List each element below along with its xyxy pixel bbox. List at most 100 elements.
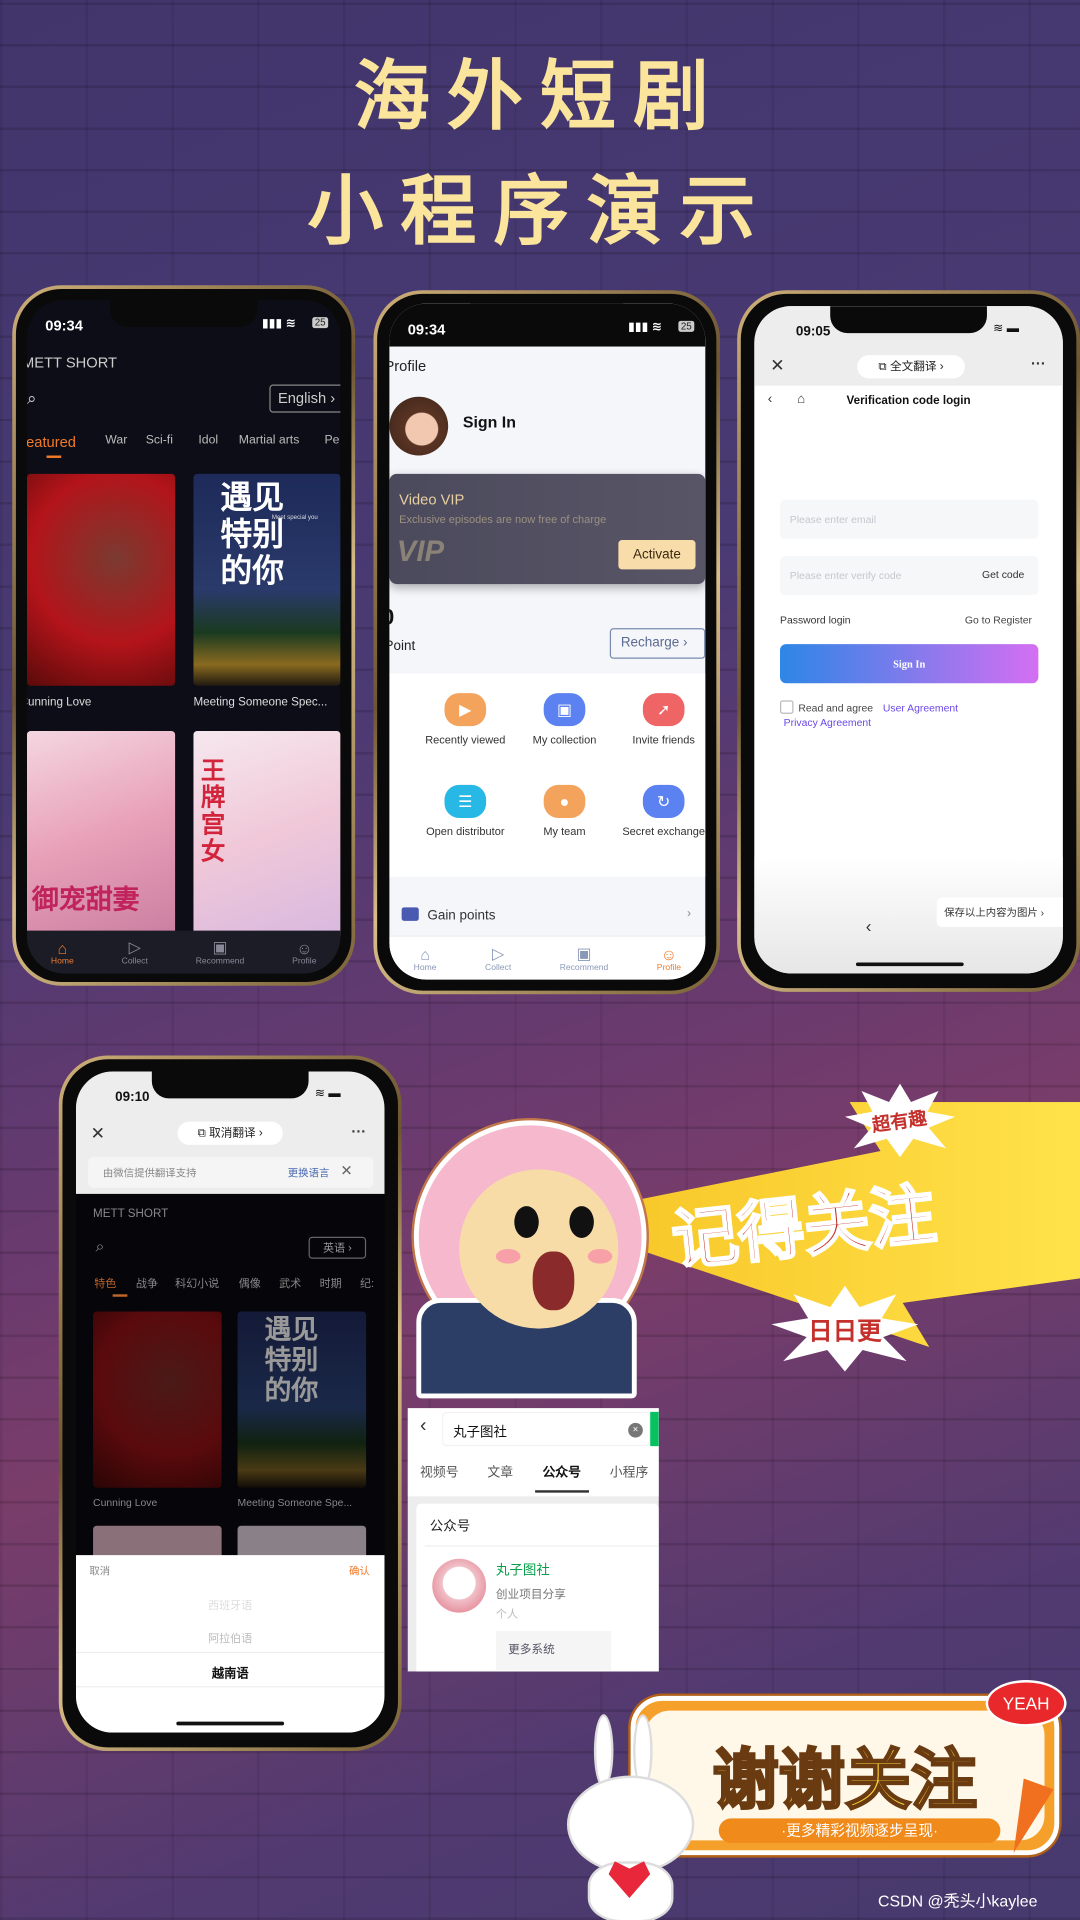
drama-title[interactable]: Cunning Love bbox=[93, 1496, 157, 1508]
status-wifi-battery-icon: ≋ ▬ bbox=[314, 1087, 341, 1101]
picker-cancel-button[interactable]: 取消 bbox=[89, 1564, 110, 1579]
translation-note: 由微信提供翻译支持 bbox=[102, 1166, 197, 1180]
cancel-translate-pill[interactable]: ⧉ 取消翻译 › bbox=[177, 1121, 283, 1145]
nav-collect[interactable]: ▷ Collect bbox=[122, 938, 148, 966]
grid-item[interactable]: ☰ Open distributor bbox=[410, 784, 520, 838]
account-name[interactable]: 丸子图社 bbox=[496, 1560, 550, 1580]
drama-title[interactable]: Meeting Someone Spe... bbox=[238, 1496, 353, 1508]
grid-item[interactable]: ● My team bbox=[509, 784, 619, 838]
avatar[interactable] bbox=[389, 396, 449, 456]
more-button[interactable]: 更多系统 bbox=[495, 1631, 612, 1671]
search-tab[interactable]: 文章 bbox=[487, 1463, 513, 1481]
drama-poster[interactable]: 遇见特别的你 bbox=[237, 1311, 367, 1488]
video-icon: ▣ bbox=[576, 944, 592, 963]
chevron-right-icon: › bbox=[686, 907, 692, 921]
grid-item[interactable]: ▶ Recently viewed bbox=[410, 693, 520, 746]
recharge-button[interactable]: Recharge › bbox=[609, 628, 706, 659]
wechat-search-card: ‹ 丸子图社 × 视频号 文章 公众号 小程序 公众号 丸子图社 创业项目分享 个人 … bbox=[407, 1408, 659, 1672]
status-wifi-battery-icon: ≋ ▬ bbox=[993, 322, 1019, 336]
account-avatar[interactable] bbox=[432, 1558, 487, 1613]
tab-war[interactable]: War bbox=[105, 433, 127, 446]
password-login-link[interactable]: Password login bbox=[780, 613, 851, 625]
picker-confirm-button[interactable]: 确认 bbox=[349, 1564, 370, 1579]
category-tab[interactable]: 武术 bbox=[279, 1275, 301, 1291]
save-as-image-popup[interactable]: 保存以上内容为图片 › bbox=[936, 897, 1063, 927]
grid-item[interactable]: ↻ Secret exchange bbox=[609, 784, 706, 838]
grid-item[interactable]: ➚ Invite friends bbox=[609, 693, 706, 746]
search-tab[interactable]: 小程序 bbox=[610, 1463, 649, 1481]
drama-poster[interactable]: 王牌宫女 bbox=[193, 731, 341, 940]
person-icon: ● bbox=[543, 784, 586, 818]
tab-martial-arts[interactable]: Martial arts bbox=[239, 433, 300, 446]
category-tab[interactable]: 时期 bbox=[320, 1275, 342, 1291]
battery-icon: 25 bbox=[678, 320, 695, 332]
picker-option[interactable]: 西班牙语 bbox=[76, 1597, 385, 1613]
page-title: Profile bbox=[389, 357, 427, 375]
tab-scifi[interactable]: Sci-fi bbox=[146, 433, 173, 446]
category-tab[interactable]: 纪: bbox=[360, 1275, 374, 1291]
language-button[interactable]: English › bbox=[269, 384, 341, 413]
grid-item-label: Recently viewed bbox=[425, 733, 506, 746]
search-icon[interactable]: ⌕ bbox=[27, 388, 37, 409]
tab-featured[interactable]: Featured bbox=[27, 433, 76, 450]
points-value: 0 bbox=[389, 605, 394, 631]
nav-home[interactable]: ⌂ Home bbox=[414, 945, 437, 972]
sign-in-link[interactable]: Sign In bbox=[463, 413, 516, 431]
grid-item[interactable]: ▣ My collection bbox=[509, 693, 619, 746]
back-icon[interactable]: ‹ bbox=[420, 1416, 427, 1438]
profile-icon: ☺ bbox=[296, 938, 313, 957]
clear-icon[interactable]: × bbox=[628, 1422, 643, 1438]
more-icon[interactable]: ··· bbox=[351, 1123, 366, 1140]
tab-idol[interactable]: Idol bbox=[198, 433, 218, 446]
sign-in-button[interactable]: Sign In bbox=[780, 644, 1039, 684]
picker-option[interactable]: 阿拉伯语 bbox=[76, 1630, 385, 1646]
language-button[interactable]: 英语 › bbox=[308, 1236, 367, 1259]
nav-profile[interactable]: ☺ Profile bbox=[657, 945, 681, 972]
close-icon[interactable]: ✕ bbox=[770, 355, 784, 376]
brand-name: METT SHORT bbox=[26, 353, 118, 372]
gain-points-row[interactable]: Gain points bbox=[427, 909, 495, 924]
page-title: Verification code login bbox=[846, 394, 971, 408]
search-tab[interactable]: 公众号 bbox=[542, 1463, 581, 1481]
more-icon[interactable]: ··· bbox=[1031, 355, 1046, 372]
email-input[interactable]: Please enter email bbox=[780, 499, 1039, 539]
close-icon[interactable]: ✕ bbox=[91, 1123, 105, 1144]
change-language-link[interactable]: 更换语言 bbox=[288, 1166, 330, 1181]
section-title: 公众号 bbox=[429, 1519, 471, 1535]
back-arrow-icon[interactable]: ‹ bbox=[866, 916, 872, 936]
drama-title[interactable]: Cunning Love bbox=[27, 696, 91, 709]
drama-poster[interactable]: 遇见特别的你 Meet special you bbox=[193, 473, 341, 686]
register-link[interactable]: Go to Register bbox=[965, 613, 1032, 625]
translate-icon: ⧉ bbox=[878, 360, 890, 374]
home-icon: ⌂ bbox=[420, 944, 430, 964]
translate-pill[interactable]: ⧉ 全文翻译 › bbox=[857, 355, 965, 379]
privacy-agreement-link[interactable]: Privacy Agreement bbox=[784, 716, 871, 728]
agree-label: Read and agree bbox=[798, 701, 874, 714]
nav-recommend[interactable]: ▣ Recommend bbox=[196, 938, 245, 966]
close-banner-icon[interactable]: ✕ bbox=[340, 1162, 352, 1179]
category-tab[interactable]: 偶像 bbox=[239, 1275, 261, 1291]
category-tab[interactable]: 特色 bbox=[94, 1275, 116, 1291]
nav-profile[interactable]: ☺ Profile bbox=[292, 939, 316, 966]
nav-home[interactable]: ⌂ Home bbox=[51, 939, 74, 966]
drama-poster[interactable]: 御宠甜妻 bbox=[26, 731, 176, 940]
agree-checkbox[interactable] bbox=[780, 700, 794, 714]
get-code-button[interactable]: Get code bbox=[982, 568, 1024, 580]
phone-translated-screen: 09:10 ≋ ▬ ✕ ⧉ 取消翻译 › ··· 由微信提供翻译支持 更换语言 … bbox=[58, 1055, 402, 1752]
category-tab[interactable]: 科幻小说 bbox=[175, 1275, 219, 1291]
search-input[interactable]: 丸子图社 × bbox=[442, 1411, 651, 1447]
drama-poster[interactable] bbox=[26, 473, 176, 686]
nav-recommend[interactable]: ▣ Recommend bbox=[560, 944, 609, 972]
drama-poster[interactable] bbox=[93, 1311, 222, 1488]
collection-icon: ▣ bbox=[543, 693, 586, 727]
activate-button[interactable]: Activate bbox=[618, 540, 696, 570]
search-icon[interactable]: ⌕ bbox=[96, 1237, 105, 1257]
search-tab[interactable]: 视频号 bbox=[420, 1463, 459, 1481]
category-tab[interactable]: 战争 bbox=[136, 1275, 158, 1291]
nav-collect[interactable]: ▷ Collect bbox=[485, 944, 511, 972]
user-agreement-link[interactable]: User Agreement bbox=[883, 702, 958, 714]
drama-title[interactable]: Meeting Someone Spec... bbox=[193, 696, 327, 709]
picker-option-selected[interactable]: 越南语 bbox=[76, 1663, 385, 1681]
tab-period[interactable]: Pe bbox=[324, 433, 339, 446]
language-picker: 取消 确认 西班牙语 阿拉伯语 越南语 bbox=[75, 1555, 385, 1733]
